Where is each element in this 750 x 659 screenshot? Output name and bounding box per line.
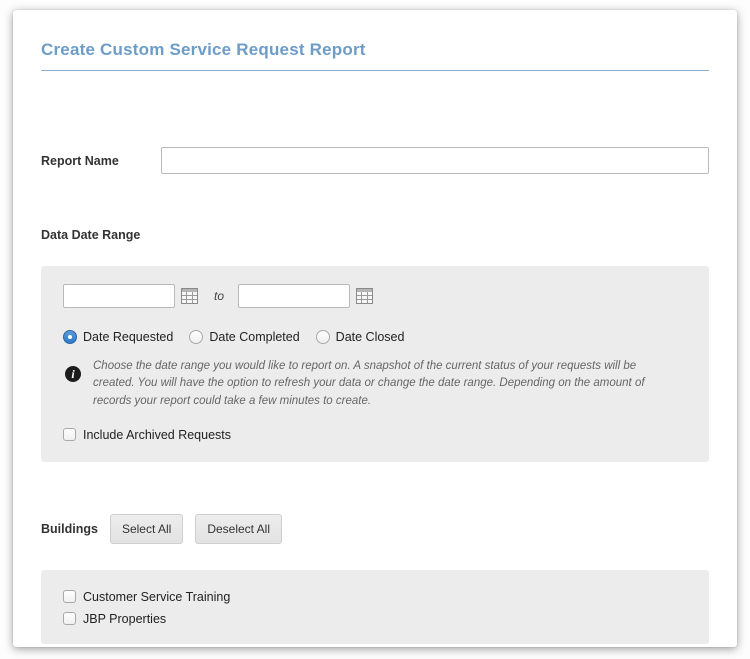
checkbox-label: Include Archived Requests: [83, 427, 232, 442]
radio-date-requested[interactable]: Date Requested: [63, 330, 173, 344]
date-to-input[interactable]: [238, 284, 351, 308]
date-from-input[interactable]: [63, 284, 175, 308]
radio-icon: [315, 330, 330, 344]
building-checkbox-row[interactable]: JBP Properties: [63, 612, 687, 626]
buildings-panel: Customer Service Training JBP Properties: [41, 569, 709, 644]
report-name-row: Report Name: [41, 147, 709, 174]
buildings-section-label: Buildings: [41, 521, 98, 536]
report-name-input[interactable]: [161, 147, 709, 174]
checkbox-label: Customer Service Training: [83, 589, 231, 604]
date-inputs-row: to: [63, 284, 687, 308]
buildings-header-row: Buildings Select All Deselect All: [41, 513, 709, 544]
info-text: Choose the date range you would like to …: [93, 360, 645, 407]
radio-label: Date Closed: [335, 330, 405, 344]
report-form-card: Create Custom Service Request Report Rep…: [13, 10, 737, 647]
checkbox-icon: [63, 612, 76, 626]
date-range-info: i Choose the date range you would like t…: [63, 358, 687, 410]
radio-icon: [189, 330, 204, 344]
page-title: Create Custom Service Request Report: [41, 40, 366, 59]
include-archived-checkbox-row[interactable]: Include Archived Requests: [63, 428, 687, 442]
report-name-label: Report Name: [41, 153, 119, 168]
date-range-panel: to Date Requested Date Completed Date Cl…: [41, 266, 709, 462]
deselect-all-button[interactable]: Deselect All: [195, 513, 283, 544]
calendar-from-icon[interactable]: [181, 288, 198, 304]
calendar-to-icon[interactable]: [356, 288, 374, 304]
date-type-radio-group: Date Requested Date Completed Date Close…: [63, 330, 687, 344]
title-divider: [41, 70, 709, 71]
checkbox-label: JBP Properties: [83, 611, 167, 626]
radio-icon: [63, 330, 77, 344]
to-label: to: [214, 289, 225, 303]
radio-label: Date Requested: [83, 330, 174, 344]
building-checkbox-row[interactable]: Customer Service Training: [63, 590, 687, 604]
date-range-section-label: Data Date Range: [41, 228, 141, 242]
checkbox-icon: [63, 590, 76, 604]
select-all-button[interactable]: Select All: [109, 513, 184, 544]
radio-date-completed[interactable]: Date Completed: [189, 330, 300, 344]
radio-label: Date Completed: [209, 330, 300, 344]
checkbox-icon: [63, 428, 76, 442]
info-icon: i: [65, 366, 81, 382]
radio-date-closed[interactable]: Date Closed: [315, 330, 405, 344]
